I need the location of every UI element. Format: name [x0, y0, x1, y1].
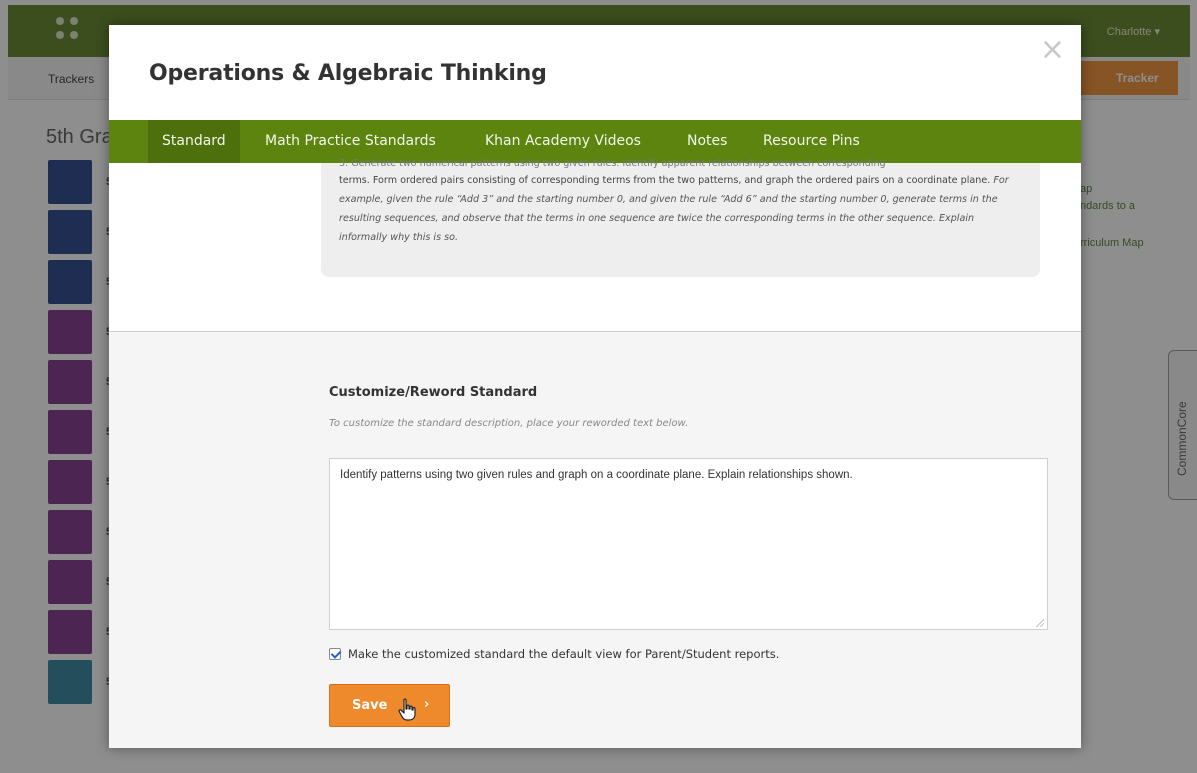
standard-description: 3. Generate two numerical patterns using… — [321, 158, 1040, 277]
chevron-right-icon: › — [424, 697, 430, 712]
modal-title: Operations & Algebraic Thinking — [149, 61, 547, 86]
hand-pointer-icon — [398, 698, 416, 721]
save-button-label: Save — [352, 698, 388, 713]
standard-text-cut-line: 3. Generate two numerical patterns using… — [339, 158, 886, 169]
customize-title: Customize/Reword Standard — [329, 385, 538, 400]
customize-hint: To customize the standard description, p… — [329, 418, 689, 429]
tab-standard[interactable]: Standard — [148, 120, 240, 163]
save-button[interactable]: Save › — [329, 684, 450, 727]
default-view-checkbox[interactable] — [329, 648, 341, 660]
reworded-standard-textarea[interactable]: Identify patterns using two given rules … — [329, 458, 1048, 630]
standard-text: terms. Form ordered pairs consisting of … — [339, 175, 991, 186]
close-icon[interactable]: × — [1040, 35, 1065, 65]
default-view-checkbox-label[interactable]: Make the customized standard the default… — [348, 647, 779, 661]
resize-grip-icon[interactable] — [1036, 619, 1044, 627]
standard-modal: × Operations & Algebraic Thinking Standa… — [109, 25, 1081, 748]
